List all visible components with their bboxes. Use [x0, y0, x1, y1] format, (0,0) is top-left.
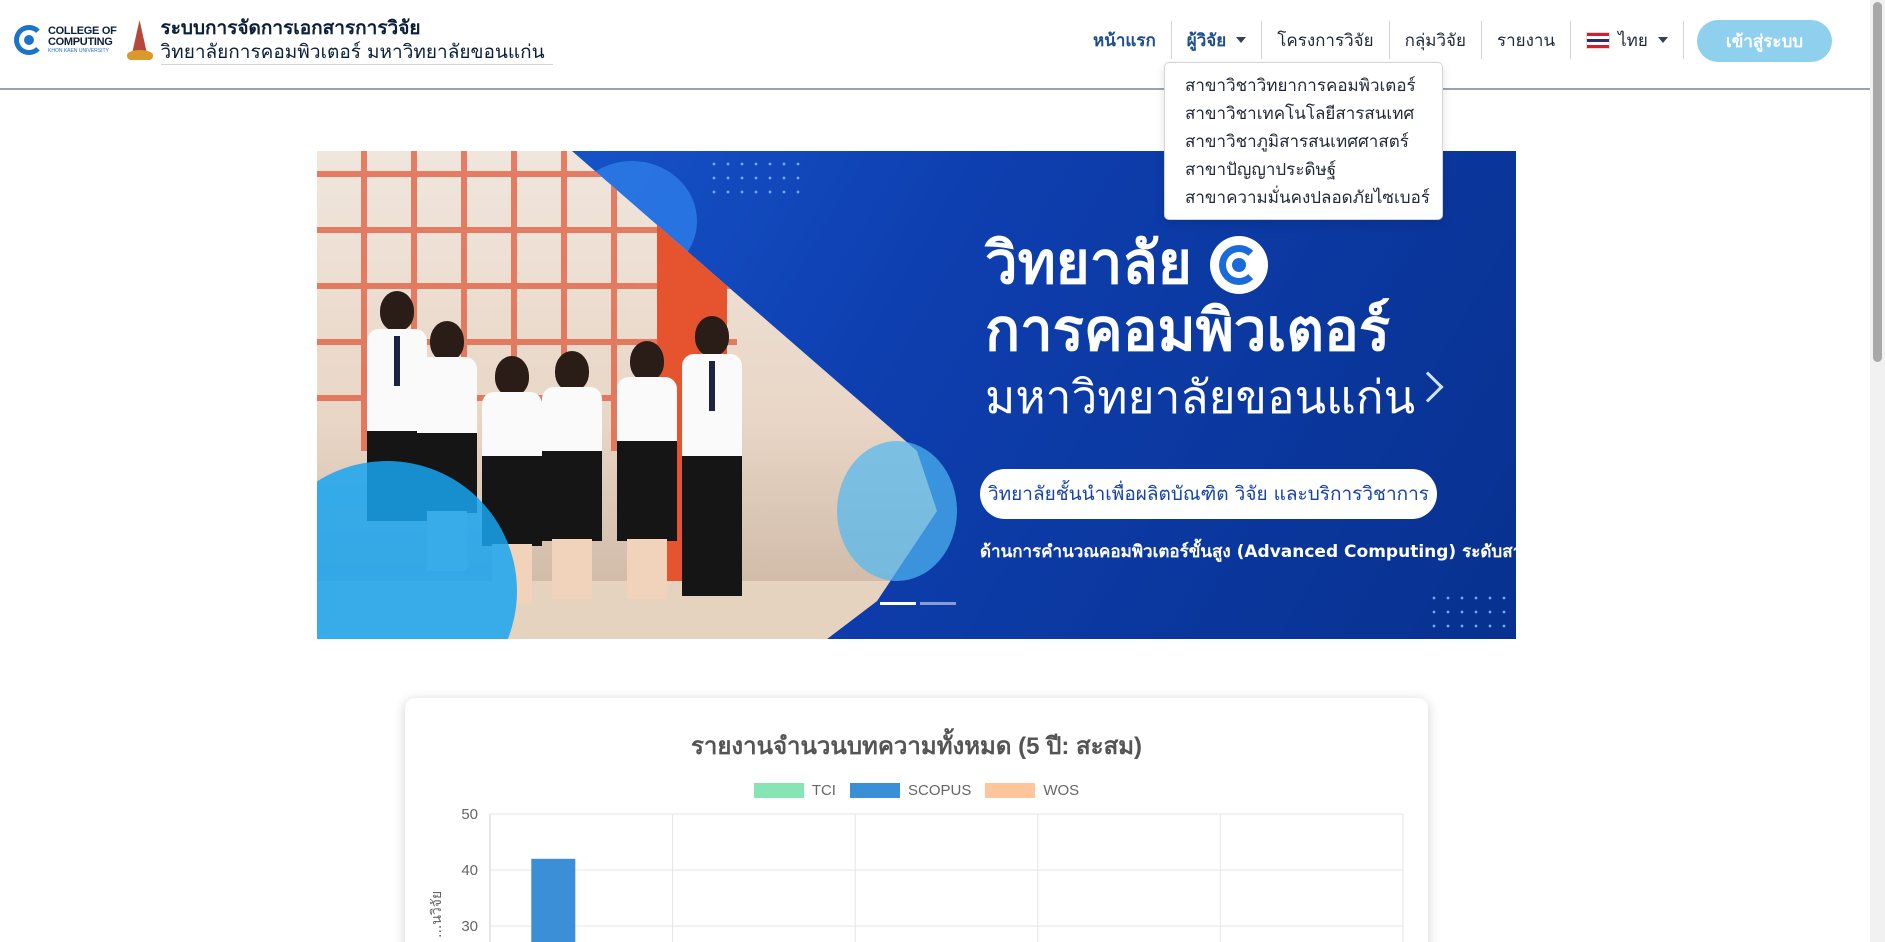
decorative-dots — [1427, 591, 1516, 631]
articles-chart-card: รายงานจำนวนบทความทั้งหมด (5 ปี: สะสม) TC… — [405, 698, 1428, 942]
chevron-right-icon — [1412, 371, 1444, 403]
hero-title-line-3: มหาวิทยาลัยขอนแก่น — [985, 370, 1416, 424]
nav-reports[interactable]: รายงาน — [1482, 21, 1572, 59]
site-subtitle: วิทยาลัยการคอมพิวเตอร์ มหาวิทยาลัยขอนแก่… — [160, 40, 545, 63]
nav-researchers-dropdown[interactable]: ผู้วิจัย — [1172, 21, 1263, 59]
carousel-indicator-2[interactable] — [920, 602, 956, 605]
hero-banner[interactable]: วิทยาลัย การคอมพิวเตอร์ มหาวิทยาลัยขอนแก… — [317, 151, 1516, 639]
y-axis-label: ...นวิจัย — [429, 891, 445, 938]
navbar: COLLEGE OF COMPUTING KHON KAEN UNIVERSIT… — [0, 0, 1870, 90]
hero-caption: ด้านการคำนวณคอมพิวเตอร์ขั้นสูง (Advanced… — [980, 542, 1516, 562]
nav-home[interactable]: หน้าแรก — [1078, 21, 1172, 59]
dropdown-item-geoinformatics[interactable]: สาขาวิชาภูมิสารสนเทศศาสตร์ — [1165, 128, 1442, 156]
bar-scopus — [531, 858, 576, 942]
caret-down-icon — [1657, 37, 1668, 43]
thai-flag-icon — [1586, 31, 1611, 49]
hero-title-line-1: วิทยาลัย — [985, 229, 1192, 297]
logo-line-2: COMPUTING — [48, 36, 113, 48]
language-label: ไทย — [1618, 30, 1648, 51]
decorative-blob — [837, 441, 957, 581]
college-logo-icon — [1210, 236, 1268, 294]
brand[interactable]: COLLEGE OF COMPUTING KHON KAEN UNIVERSIT… — [14, 16, 553, 65]
dropdown-item-artificial-intelligence[interactable]: สาขาปัญญาประดิษฐ์ — [1165, 156, 1442, 184]
college-of-computing-logo: COLLEGE OF COMPUTING KHON KAEN UNIVERSIT… — [14, 25, 117, 55]
scrollbar-thumb[interactable] — [1873, 2, 1882, 362]
logo-line-3: KHON KAEN UNIVERSITY — [48, 48, 109, 54]
main-nav: หน้าแรก ผู้วิจัย โครงการวิจัย กลุ่มวิจัย… — [1078, 20, 1684, 60]
decorative-dots — [707, 157, 807, 197]
carousel-indicator-1[interactable] — [880, 602, 916, 605]
caret-down-icon — [1236, 37, 1247, 43]
nav-researchers-label: ผู้วิจัย — [1186, 30, 1227, 51]
page: COLLEGE OF COMPUTING KHON KAEN UNIVERSIT… — [0, 0, 1885, 942]
language-dropdown[interactable]: ไทย — [1571, 21, 1684, 59]
y-tick-label: 40 — [461, 862, 478, 879]
hero-title-line-2: การคอมพิวเตอร์ — [985, 296, 1390, 364]
bar-chart: 50 40 30 ...นวิจัย — [429, 806, 1404, 942]
dropdown-item-cyber-security[interactable]: สาขาความมั่นคงปลอดภัยไซเบอร์ — [1165, 184, 1442, 212]
hero-tagline-pill: วิทยาลัยชั้นนำเพื่อผลิตบัณฑิต วิจัย และบ… — [980, 469, 1437, 519]
nav-projects[interactable]: โครงการวิจัย — [1262, 21, 1390, 59]
nav-groups[interactable]: กลุ่มวิจัย — [1390, 21, 1482, 59]
kku-emblem-icon — [126, 20, 153, 60]
researchers-dropdown-menu: สาขาวิชาวิทยาการคอมพิวเตอร์ สาขาวิชาเทคโ… — [1164, 62, 1443, 220]
dropdown-item-information-technology[interactable]: สาขาวิชาเทคโนโลยีสารสนเทศ — [1165, 100, 1442, 128]
y-tick-label: 30 — [461, 918, 478, 935]
computing-c-icon — [14, 25, 44, 55]
site-title: ระบบการจัดการเอกสารการวิจัย — [160, 16, 421, 39]
y-tick-label: 50 — [461, 806, 478, 823]
dropdown-item-computer-science[interactable]: สาขาวิชาวิทยาการคอมพิวเตอร์ — [1165, 72, 1442, 100]
login-button[interactable]: เข้าสู่ระบบ — [1697, 20, 1832, 62]
page-scrollbar[interactable] — [1870, 0, 1885, 942]
